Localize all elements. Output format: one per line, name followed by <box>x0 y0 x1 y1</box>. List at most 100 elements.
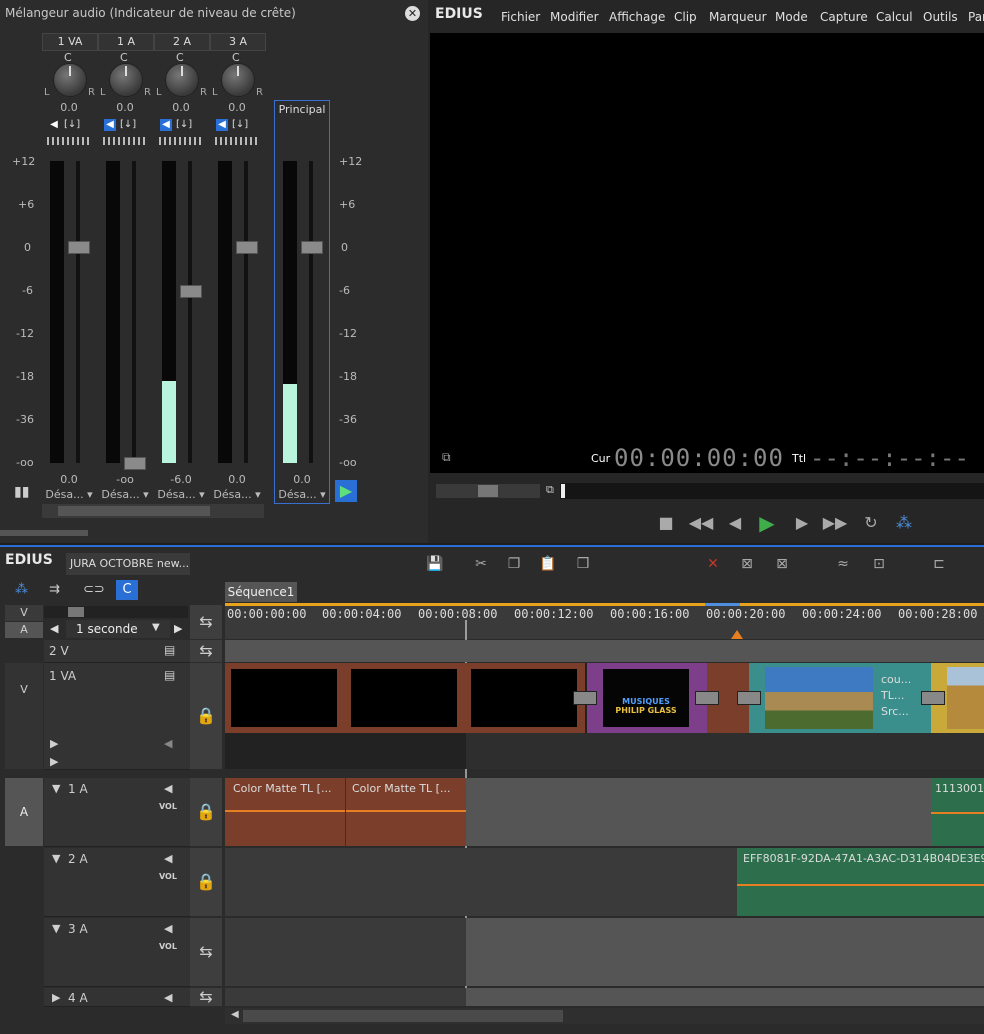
volume-fader[interactable] <box>180 285 202 298</box>
menu-item[interactable]: Capture <box>820 10 868 24</box>
shuttle-thumb[interactable] <box>478 485 498 497</box>
lock-icon[interactable]: 🔒 <box>190 663 222 769</box>
bar-chart-icon[interactable]: ▮▮ <box>14 484 36 502</box>
fast-forward-icon[interactable]: ▶▶ <box>820 508 850 538</box>
track-header-1a[interactable]: ▼ 1 A ◀ VOL <box>44 778 190 847</box>
expand-icon[interactable]: ▶ <box>50 737 58 750</box>
lock-icon[interactable]: 🔒 <box>190 848 222 916</box>
remove-marker-icon[interactable]: ⊏ <box>928 556 950 576</box>
expand-icon[interactable]: ▶ <box>52 991 60 1004</box>
play-icon[interactable]: ▶ <box>335 480 357 502</box>
track-lane-1va[interactable]: MUSIQUES PHILIP GLASS cou... TL... Src..… <box>225 663 984 769</box>
collapse-icon[interactable]: ▼ <box>52 852 60 865</box>
zoom-prev-icon[interactable]: ◀ <box>50 622 58 635</box>
transition-icon[interactable] <box>921 691 945 705</box>
pan-knob[interactable] <box>165 63 199 97</box>
ripple-delete-icon[interactable]: ⊠ <box>736 556 758 576</box>
color-matte-clip[interactable] <box>225 663 585 733</box>
volume-fader[interactable] <box>124 457 146 470</box>
paste-icon[interactable]: 📋 <box>537 556 559 576</box>
stop-icon[interactable]: ■ <box>651 508 681 538</box>
sync-icon[interactable]: ⇆ <box>190 605 222 639</box>
cut-icon[interactable]: ✂ <box>470 556 492 576</box>
copy-icon[interactable]: ❐ <box>503 556 525 576</box>
save-icon[interactable]: 💾 <box>424 556 446 576</box>
film-icon[interactable]: ⧉ <box>442 450 451 465</box>
volume-fader[interactable] <box>236 241 258 254</box>
speaker-icon[interactable]: ◀ <box>48 119 60 131</box>
volume-fader[interactable] <box>68 241 90 254</box>
volume-line[interactable] <box>225 810 345 812</box>
audio-clip[interactable]: 1113001 <box>931 778 984 846</box>
track-lane-1a[interactable]: Color Matte TL [... Color Matte TL [... … <box>225 778 984 846</box>
track-header-2a[interactable]: ▼ 2 A ◀ VOL <box>44 848 190 917</box>
volume-line[interactable] <box>346 810 466 812</box>
transition-icon[interactable] <box>737 691 761 705</box>
scrollbar-thumb[interactable] <box>243 1010 563 1022</box>
menu-item[interactable]: Marqueur <box>709 10 767 24</box>
speaker-icon[interactable]: ◀ <box>216 119 228 131</box>
routing-icon[interactable]: [↓] <box>120 119 136 130</box>
track-header-2v[interactable]: 2 V ▤ <box>44 640 190 663</box>
transition-icon[interactable] <box>573 691 597 705</box>
film-icon[interactable]: ▤ <box>164 668 175 682</box>
transition-icon[interactable] <box>695 691 719 705</box>
delete-gap-icon[interactable]: ⊠ <box>771 556 793 576</box>
rewind-icon[interactable]: ◀◀ <box>686 508 716 538</box>
loop-icon[interactable]: ↻ <box>856 508 886 538</box>
paste-special-icon[interactable]: ❒ <box>572 556 594 576</box>
insert-mode-icon[interactable]: ⇉ <box>49 582 69 600</box>
channel-mode-dropdown[interactable]: Désa... ▾ <box>98 488 152 501</box>
step-forward-icon[interactable]: ▶ <box>787 508 817 538</box>
panel-scrollbar[interactable] <box>0 530 88 536</box>
pan-knob[interactable] <box>221 63 255 97</box>
channel-mode-dropdown[interactable]: Désa... ▾ <box>42 488 96 501</box>
sync-icon[interactable]: ⇆ <box>190 918 222 986</box>
speaker-icon[interactable]: ◀ <box>164 782 172 795</box>
menu-item[interactable]: Mode <box>775 10 808 24</box>
mode-icon[interactable]: ⁂ <box>15 582 35 600</box>
track-lane-3a[interactable] <box>225 918 984 986</box>
pan-knob[interactable] <box>109 63 143 97</box>
collapse-icon[interactable]: ▼ <box>52 922 60 935</box>
menu-item[interactable]: Modifier <box>550 10 599 24</box>
delete-icon[interactable]: ✕ <box>702 556 724 576</box>
volume-line[interactable] <box>931 812 984 814</box>
speaker-icon[interactable]: ◀ <box>164 991 172 1004</box>
playhead-marker[interactable] <box>561 484 565 498</box>
film-icon[interactable]: ⧉ <box>546 483 554 497</box>
channel-mode-dropdown[interactable]: Désa... ▾ <box>154 488 208 501</box>
lock-icon[interactable]: 🔒 <box>190 778 222 846</box>
menu-item[interactable]: Calcul <box>876 10 913 24</box>
routing-icon[interactable]: [↓] <box>232 119 248 130</box>
track-header-4a[interactable]: ▶ 4 A ◀ <box>44 988 190 1007</box>
position-bar[interactable] <box>560 483 984 499</box>
shuttle-slider[interactable] <box>436 484 540 498</box>
channel-mode-dropdown[interactable]: Désa... ▾ <box>210 488 264 501</box>
routing-icon[interactable]: [↓] <box>64 119 80 130</box>
sync-icon[interactable]: ⇆ <box>190 988 222 1006</box>
marker-icon[interactable]: ⁂ <box>889 508 919 538</box>
routing-icon[interactable]: [↓] <box>176 119 192 130</box>
tab-sequence[interactable]: Séquence1 <box>225 582 297 602</box>
track-header-3a[interactable]: ▼ 3 A ◀ VOL <box>44 918 190 987</box>
speaker-icon[interactable]: ◀ <box>164 852 172 865</box>
speaker-icon[interactable]: ◀ <box>164 737 172 750</box>
audio-sublane[interactable] <box>466 733 984 769</box>
track-lane-4a[interactable] <box>225 988 984 1006</box>
track-header-1va[interactable]: 1 VA ▤ ▶ ▶ ◀ <box>44 663 190 770</box>
pan-knob[interactable] <box>53 63 87 97</box>
step-back-icon[interactable]: ◀ <box>720 508 750 538</box>
snap-icon[interactable]: C <box>116 580 138 600</box>
speaker-icon[interactable]: ◀ <box>160 119 172 131</box>
master-mode-dropdown[interactable]: Désa... ▾ <box>275 488 329 501</box>
audio-clip[interactable]: Color Matte TL [... <box>225 778 346 846</box>
track-lane-2a[interactable]: EFF8081F-92DA-47A1-A3AC-D314B04DE3E9 <box>225 848 984 916</box>
menu-item[interactable]: Fichier <box>501 10 540 24</box>
menu-item[interactable]: Clip <box>674 10 697 24</box>
master-fader[interactable] <box>301 241 323 254</box>
zoom-thumb[interactable] <box>68 607 84 617</box>
render-icon[interactable]: ⊡ <box>868 556 890 576</box>
track-lane-2v[interactable] <box>225 640 984 662</box>
audio-clip[interactable]: EFF8081F-92DA-47A1-A3AC-D314B04DE3E9 <box>737 848 984 916</box>
